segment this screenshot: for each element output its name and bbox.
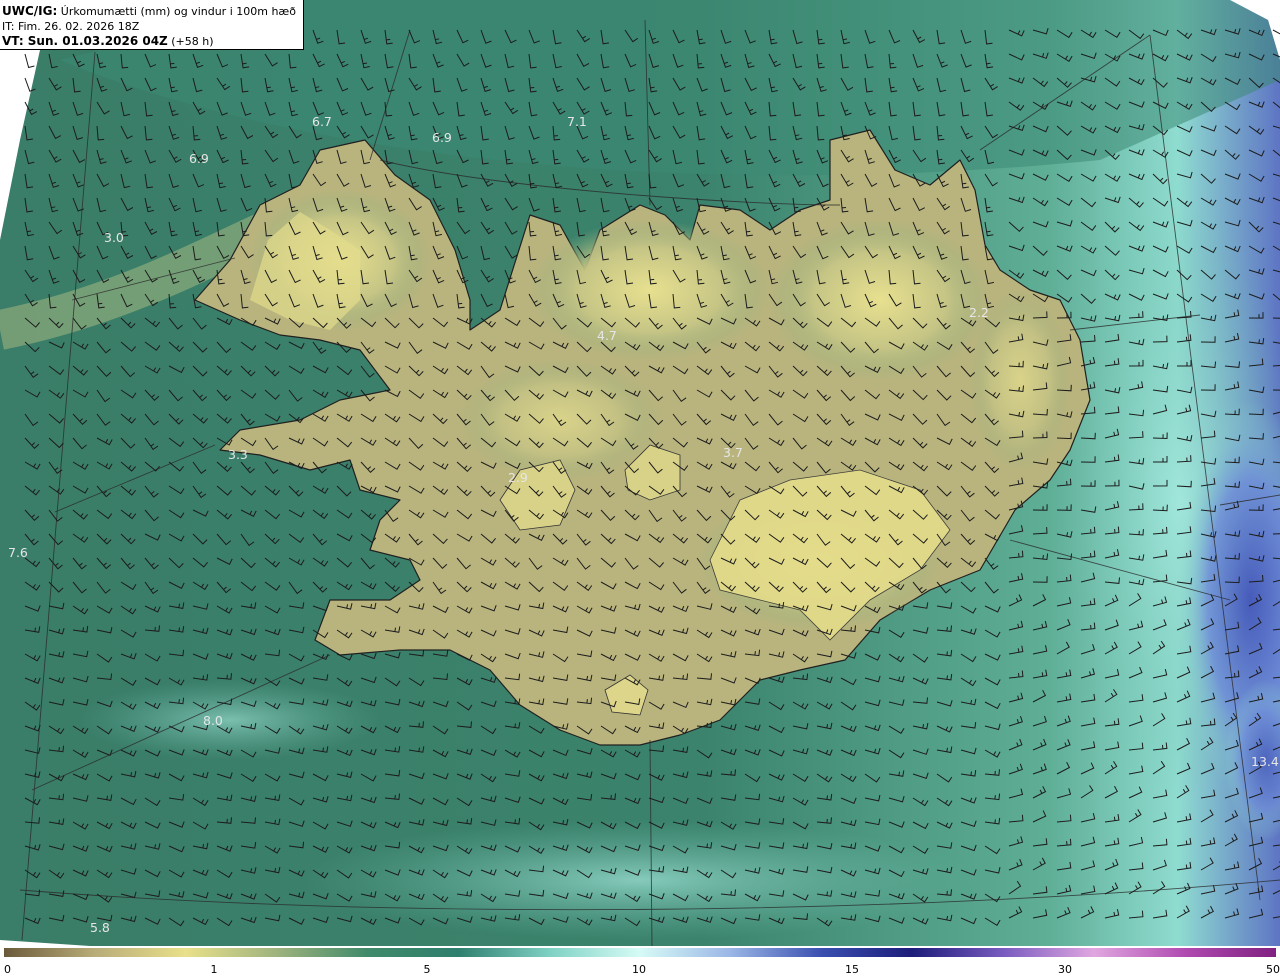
valid-time: VT: Sun. 01.03.2026 04Z — [2, 34, 168, 48]
colorbar-tick: 1 — [210, 963, 218, 976]
value-label: 3.3 — [228, 447, 248, 462]
value-label: 6.9 — [189, 151, 209, 166]
product-description: Úrkomumætti (mm) og vindur i 100m hæð — [60, 5, 296, 18]
product-code: UWC/IG: — [2, 4, 58, 18]
value-label: 3.7 — [723, 445, 743, 460]
value-label: 13.4 — [1251, 754, 1279, 769]
colorbar-tick: 0 — [4, 963, 11, 976]
colorbar-gradient — [4, 948, 1276, 957]
value-label: 3.0 — [104, 230, 124, 245]
value-label: 8.0 — [203, 713, 223, 728]
value-label: 6.9 — [432, 130, 452, 145]
map-info-box: UWC/IG: Úrkomumætti (mm) og vindur i 100… — [0, 0, 304, 50]
init-time: IT: Fim. 26. 02. 2026 18Z — [2, 20, 140, 33]
colorbar-tick: 50 — [1266, 963, 1280, 976]
wind-barb — [1272, 29, 1280, 35]
colorbar-legend: 0 1 5 10 15 30 50 — [0, 946, 1280, 978]
value-label: 2.9 — [508, 470, 528, 485]
wind-barb — [24, 53, 35, 69]
forecast-offset: (+58 h) — [171, 35, 214, 48]
colorbar-tick: 15 — [845, 963, 859, 976]
value-label: 7.1 — [567, 114, 587, 129]
colorbar-tick: 30 — [1058, 963, 1072, 976]
value-label: 7.6 — [8, 545, 28, 560]
value-label: 5.8 — [90, 920, 110, 935]
value-label: 6.7 — [312, 114, 332, 129]
colorbar-tick: 5 — [423, 963, 431, 976]
precipitable-water-map: 6.7 6.9 7.1 6.9 3.0 3.3 7.6 8.0 5.8 4.7 … — [0, 0, 1280, 947]
colorbar-tick: 10 — [632, 963, 646, 976]
value-label: 4.7 — [597, 328, 617, 343]
value-label: 2.2 — [969, 305, 989, 320]
